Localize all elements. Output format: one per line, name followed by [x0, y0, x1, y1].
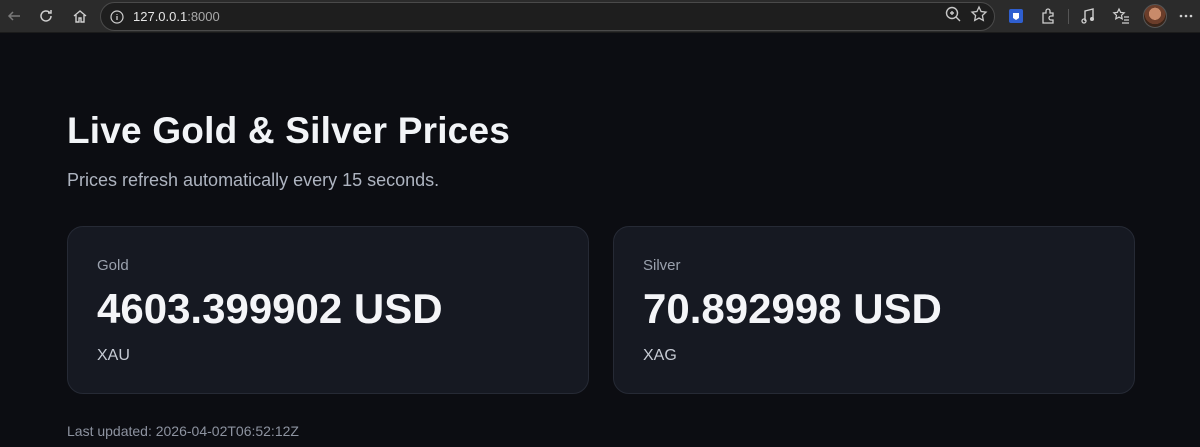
url-port: :8000: [187, 9, 220, 24]
card-metal-name: Gold: [97, 257, 129, 274]
music-note-icon: [1081, 8, 1094, 24]
reload-icon: [40, 10, 52, 22]
page-content: Live Gold & Silver Prices Prices refresh…: [0, 34, 1200, 447]
extension-shield-button[interactable]: [1006, 6, 1026, 26]
reload-button[interactable]: [34, 5, 58, 27]
url-text: 127.0.0.1:8000: [133, 9, 220, 24]
favorites-list-icon: [1112, 7, 1129, 24]
puzzle-icon: [1042, 8, 1054, 24]
back-button[interactable]: [2, 5, 26, 27]
more-menu-button[interactable]: [1176, 6, 1196, 26]
home-button[interactable]: [68, 5, 92, 27]
gold-price-card: Gold 4603.399902 USD XAU: [67, 226, 589, 394]
card-metal-code: XAU: [97, 347, 130, 364]
page-subtitle: Prices refresh automatically every 15 se…: [67, 170, 440, 190]
browser-toolbar: 127.0.0.1:8000: [0, 0, 1200, 33]
card-metal-code: XAG: [643, 347, 677, 364]
url-host: 127.0.0.1: [133, 9, 188, 24]
page-title: Live Gold & Silver Prices: [67, 110, 511, 151]
media-control-button[interactable]: [1078, 6, 1098, 26]
silver-price-card: Silver 70.892998 USD XAG: [613, 226, 1135, 394]
favorite-star-icon[interactable]: [970, 5, 988, 23]
extensions-button[interactable]: [1038, 6, 1058, 26]
profile-avatar[interactable]: [1143, 4, 1167, 28]
card-metal-name: Silver: [643, 257, 681, 274]
last-updated-text: Last updated: 2026-04-02T06:52:12Z: [67, 423, 299, 439]
site-info-icon[interactable]: [110, 9, 124, 24]
more-dots-icon: [1179, 14, 1193, 18]
favorites-button[interactable]: [1111, 6, 1131, 26]
card-price: 4603.399902 USD: [97, 285, 443, 332]
toolbar-divider: [1068, 9, 1069, 24]
home-icon: [73, 10, 87, 23]
shield-extension-icon: [1009, 9, 1023, 23]
back-arrow-icon: [7, 11, 20, 21]
zoom-icon[interactable]: [944, 5, 962, 23]
card-price: 70.892998 USD: [643, 285, 942, 332]
address-bar[interactable]: 127.0.0.1:8000: [100, 2, 995, 31]
